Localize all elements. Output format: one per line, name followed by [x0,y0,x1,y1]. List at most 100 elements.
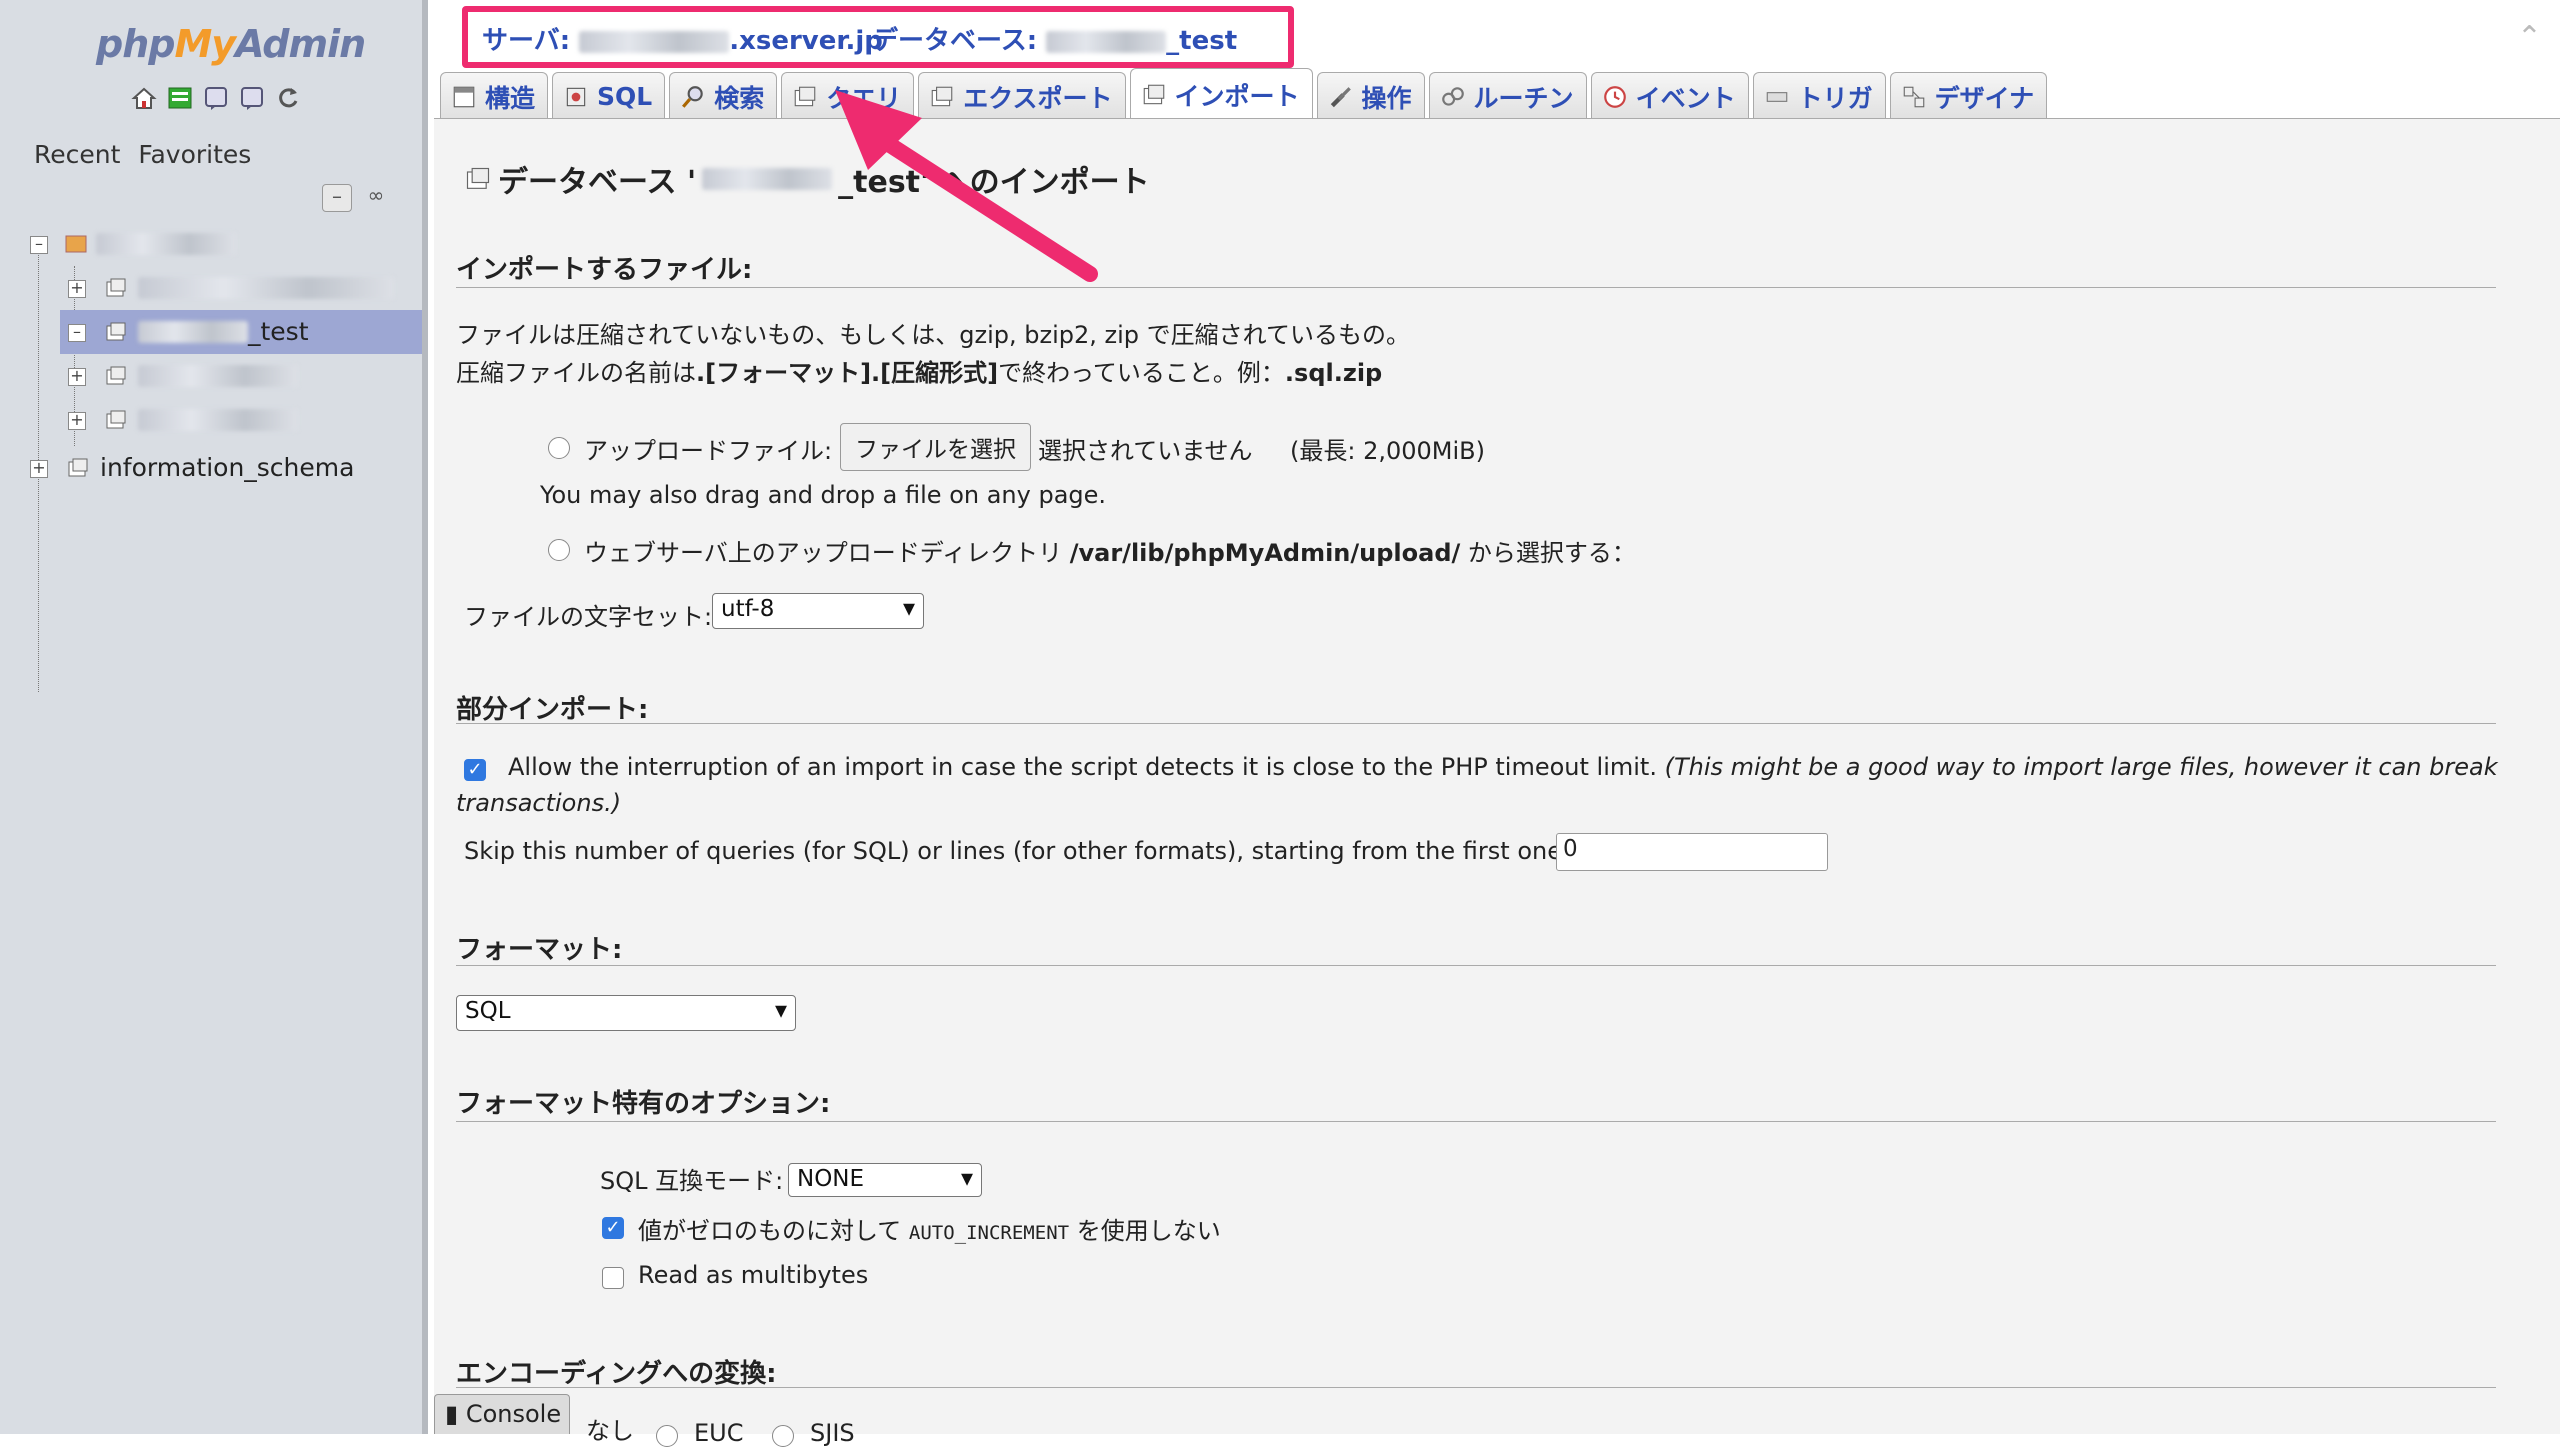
phpmyadmin-logo[interactable]: phpMyAdmin [96,22,366,66]
file-desc-line1: ファイルは圧縮されていないもの、もしくは、gzip, bzip2, zip で圧… [456,321,1410,349]
database-tree: – + – _test + + + information_schema [26,222,422,692]
encoding-option-sjis: SJIS [810,1419,855,1447]
expand-icon[interactable]: + [30,460,48,478]
blurred-server-name [96,233,236,255]
tree-controls: – ∞ [322,184,390,212]
divider [456,723,2496,724]
encoding-euc-radio[interactable] [656,1425,678,1447]
routines-icon [1441,86,1464,106]
favorites-tab[interactable]: Favorites [138,140,251,169]
database-icon [106,278,126,297]
tab-sql[interactable]: SQL [552,72,666,120]
encoding-heading: エンコーディングへの変換: [456,1359,777,1389]
max-size: (最長: 2,000MiB) [1290,437,1485,465]
expand-icon[interactable]: + [68,368,86,386]
query-icon [794,86,816,106]
allow-interrupt-checkbox[interactable]: ✓ [464,759,486,781]
encoding-option-none[interactable]: なし [586,1411,634,1446]
operations-icon [1330,86,1351,107]
no-file-selected: 選択されていません [1038,437,1253,465]
breadcrumb-server[interactable]: サーバ: .xserver.jp [482,20,883,57]
divider [456,1387,2496,1388]
format-select[interactable]: SQL [456,995,796,1031]
breadcrumb-database[interactable]: データベース: _test [872,20,1237,57]
encoding-sjis-radio[interactable] [772,1425,794,1447]
page-title: データベース ' _test' へのインポート [464,157,1150,201]
format-heading: フォーマット: [456,935,623,965]
file-desc-line2: 圧縮ファイルの名前は.[フォーマット].[圧縮形式]で終わっていること。例：.s… [456,359,1383,387]
read-multibytes-checkbox[interactable] [602,1267,624,1289]
tree-db-node-selected[interactable]: – _test [60,310,422,354]
database-icon [106,410,126,429]
home-icon[interactable] [130,84,158,112]
expand-icon[interactable]: + [68,412,86,430]
expand-icon[interactable]: + [68,280,86,298]
blurred-db-host [1046,30,1167,53]
partial-import-heading: 部分インポート: [456,695,649,725]
charset-select[interactable]: utf-8 [712,593,924,629]
recent-tab[interactable]: Recent [34,140,120,169]
sql-compat-label: SQL 互換モード: [600,1167,784,1195]
console-icon: ▮ [445,1400,466,1428]
docs-icon[interactable] [202,84,230,112]
import-icon [1143,84,1164,104]
skip-queries-label: Skip this number of queries (for SQL) or… [464,837,1571,865]
tab-import[interactable]: インポート [1129,68,1313,120]
upload-file-label: アップロードファイル: [584,437,833,465]
tab-query[interactable]: クエリ [781,72,915,120]
collapse-icon[interactable]: – [68,324,86,342]
collapse-icon[interactable]: – [30,236,48,254]
tree-db-node[interactable]: + [26,266,422,310]
events-icon [1603,85,1626,108]
breadcrumb-bar: サーバ: .xserver.jp データベース: _test ⌃ [434,0,2560,74]
console-tab[interactable]: ▮ Console [434,1394,570,1434]
divider [456,287,2496,288]
choose-file-button[interactable]: ファイルを選択 [840,423,1031,471]
database-icon [68,458,88,477]
collapse-all-button[interactable]: – [322,184,352,212]
tab-routines[interactable]: ルーチン [1428,72,1587,120]
blurred-db-prefix [138,321,248,343]
reload-icon[interactable] [274,84,302,112]
allow-interrupt-label-cont: transactions.) [456,789,622,817]
scroll-top-icon[interactable]: ⌃ [2517,20,2542,55]
sql-compat-select[interactable]: NONE [788,1163,982,1197]
sql-query-icon[interactable] [166,84,194,112]
tab-structure[interactable]: 構造 [440,72,549,120]
blurred-db-name [138,409,298,431]
database-icon [106,322,126,341]
tab-operations[interactable]: 操作 [1316,72,1425,120]
divider [456,965,2496,966]
tree-db-information-schema[interactable]: + information_schema [26,446,422,490]
server-icon [65,235,87,253]
upload-file-radio[interactable] [548,437,570,459]
main-tabs: 構造 SQL 検索 クエリ エクスポート インポート 操作 ルーチン イベント … [440,68,2051,120]
tab-events[interactable]: イベント [1590,72,1749,120]
divider [456,1121,2496,1122]
link-with-main-button[interactable]: ∞ [362,184,390,210]
tree-db-node[interactable]: + [26,398,422,442]
blurred-db-name [138,365,298,387]
tree-db-node[interactable]: + [26,354,422,398]
tab-designer[interactable]: デザイナ [1889,72,2048,120]
designer-icon [1903,86,1924,107]
docs-icon-2[interactable] [238,84,266,112]
tab-search[interactable]: 検索 [669,72,778,120]
skip-queries-input[interactable]: 0 [1556,833,1828,871]
tab-export[interactable]: エクスポート [918,72,1126,120]
no-auto-increment-checkbox[interactable]: ✓ [602,1217,624,1239]
sql-icon [566,87,586,106]
format-options-heading: フォーマット特有のオプション: [456,1089,831,1119]
charset-label: ファイルの文字セット: [464,603,713,631]
webserver-dir-label: ウェブサーバ上のアップロードディレクトリ /var/lib/phpMyAdmin… [584,539,1636,567]
webserver-dir-radio[interactable] [548,539,570,561]
no-auto-increment-label: 値がゼロのものに対して AUTO_INCREMENT を使用しない [638,1217,1221,1245]
blurred-db-name [138,277,394,299]
encoding-option-euc: EUC [694,1419,744,1447]
tab-triggers[interactable]: トリガ [1752,72,1886,120]
structure-icon [453,86,475,107]
main-content: データベース ' _test' へのインポート インポートするファイル: ファイル… [434,118,2560,1447]
file-section-heading: インポートするファイル: [456,255,753,285]
tree-server-node[interactable]: – [26,222,422,266]
navigation-sidebar: phpMyAdmin Recent Favorites – ∞ – + – _t… [0,0,428,1434]
